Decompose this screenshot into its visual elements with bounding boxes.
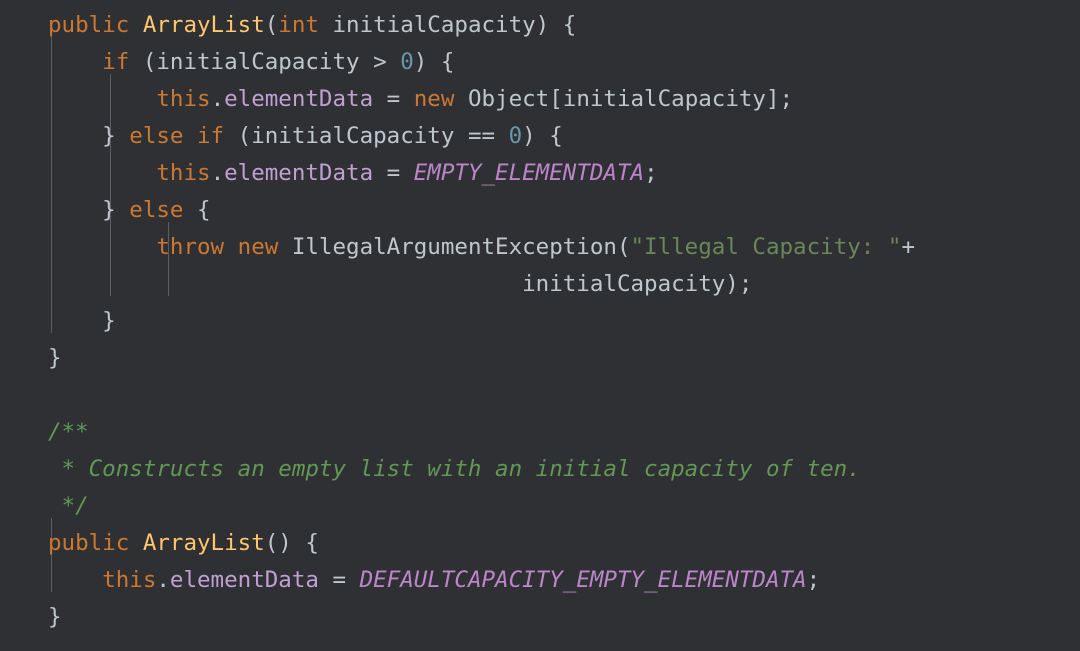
code-token-declaration-name: ArrayList [142,530,265,556]
code-token-keyword: if [102,49,130,75]
code-line[interactable]: this.elementData = EMPTY_ELEMENTDATA; [0,155,1080,192]
code-token-plain: IllegalArgumentException( [278,234,631,260]
code-line[interactable]: if (initialCapacity > 0) { [0,44,1080,81]
code-token-plain: { [183,197,211,223]
code-editor[interactable]: public ArrayList(int initialCapacity) { … [0,0,1080,651]
code-token-keyword: if [197,123,225,149]
code-line[interactable]: } else if (initialCapacity == 0) { [0,118,1080,155]
code-line[interactable]: * Constructs an empty list with an initi… [0,451,1080,488]
code-token-keyword: public [48,530,130,556]
code-token-plain: } [48,123,130,149]
code-token-plain: initialCapacity) { [318,12,577,38]
code-token-plain: } [48,197,130,223]
code-token-plain: ; [806,567,821,593]
code-line[interactable]: initialCapacity); [0,266,1080,303]
code-token-plain: = [318,567,360,593]
code-token-plain: + [901,234,915,260]
code-token-plain: Object[initialCapacity]; [454,86,794,112]
code-token-keyword: new [237,234,279,260]
code-token-static-field: DEFAULTCAPACITY_EMPTY_ELEMENTDATA [359,567,807,593]
code-token-instance-field: elementData [224,86,374,112]
code-line[interactable]: } [0,340,1080,377]
code-token-plain: . [156,567,170,593]
code-token-instance-field: elementData [169,567,319,593]
code-token-plain: initialCapacity); [48,271,753,297]
code-token-keyword: else [129,197,184,223]
code-line[interactable]: this.elementData = new Object[initialCap… [0,81,1080,118]
code-token-comment: /** [48,419,89,445]
code-token-plain: . [210,160,225,186]
code-token-plain: ) { [413,49,455,75]
code-token-keyword: this [156,160,211,186]
code-token-plain: ( [264,12,279,38]
code-token-plain: () { [264,530,319,556]
code-token-keyword: throw [156,234,225,260]
code-token-declaration-name: ArrayList [142,12,265,38]
code-line[interactable]: this.elementData = DEFAULTCAPACITY_EMPTY… [0,562,1080,599]
code-line[interactable]: public ArrayList() { [0,525,1080,562]
code-token-plain: ) { [522,123,563,149]
code-line[interactable]: public ArrayList(int initialCapacity) { [0,7,1080,44]
code-text-area[interactable]: public ArrayList(int initialCapacity) { … [0,0,1080,651]
code-line[interactable]: /** [0,414,1080,451]
code-line[interactable]: } else { [0,192,1080,229]
code-line[interactable]: } [0,599,1080,636]
code-line[interactable]: */ [0,488,1080,525]
code-token-instance-field: elementData [224,160,374,186]
code-token-plain: = [373,160,414,186]
code-token-keyword: int [278,12,319,38]
code-token-number: 0 [400,49,414,75]
code-token-plain: = [373,86,414,112]
code-token-plain: (initialCapacity == [224,123,509,149]
code-token-number: 0 [508,123,523,149]
code-line[interactable]: } [0,303,1080,340]
code-token-plain: (initialCapacity > [129,49,401,75]
code-line[interactable] [0,377,1080,414]
code-token-plain: } [48,604,62,630]
code-token-keyword: this [102,567,157,593]
code-token-comment: * Constructs an empty list with an initi… [48,456,861,482]
code-token-plain: . [210,86,225,112]
code-token-keyword: public [48,12,130,38]
code-token-static-field: EMPTY_ELEMENTDATA [413,160,645,186]
code-token-plain: } [48,308,116,334]
code-line[interactable]: throw new IllegalArgumentException("Ille… [0,229,1080,266]
code-token-plain: } [48,345,62,371]
code-token-comment: */ [48,493,89,519]
code-token-plain: ; [644,160,658,186]
code-token-string: "Illegal Capacity: " [630,234,902,260]
code-token-keyword: new [413,86,455,112]
code-token-keyword: else [129,123,184,149]
code-token-keyword: this [156,86,211,112]
